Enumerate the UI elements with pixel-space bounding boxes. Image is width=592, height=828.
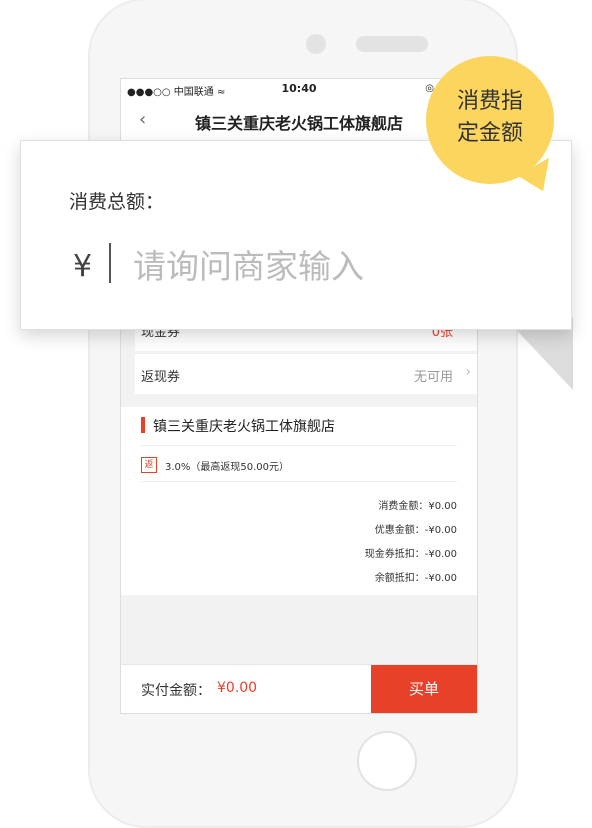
- summary-cash-coupon: 现金券抵扣：-¥0.00: [364, 549, 457, 560]
- chevron-right-icon: ›: [465, 364, 471, 380]
- rebate-coupon-row[interactable]: 返现券 无可用 ›: [135, 353, 477, 394]
- rebate-coupon-label: 返现券: [141, 370, 181, 385]
- callout-line-2: 定金额: [456, 121, 523, 146]
- divider: [141, 481, 457, 482]
- shop-accent-bar: [141, 417, 145, 433]
- divider: [141, 445, 457, 446]
- pay-button[interactable]: 买单: [371, 665, 477, 713]
- summary-balance: 余额抵扣：-¥0.00: [374, 573, 457, 584]
- currency-symbol: ¥: [73, 249, 93, 284]
- summary-consume: 消费金额：¥0.00: [378, 501, 457, 512]
- status-bar: ●●●○○ 中国联通 ≈ 10:40 ◎ ➚ 18%: [121, 79, 477, 99]
- bottom-bar: 实付金额： ¥0.00 买单: [121, 664, 477, 713]
- front-camera: [306, 34, 326, 54]
- shop-card: 镇三关重庆老火锅工体旗舰店 返 3.0%（最高返现50.00元） 消费金额：¥0…: [121, 407, 477, 595]
- shop-name: 镇三关重庆老火锅工体旗舰店: [153, 419, 335, 435]
- callout-text: 消费指 定金额: [426, 86, 554, 150]
- input-caret: [109, 243, 111, 283]
- page-title: 镇三关重庆老火锅工体旗舰店: [194, 114, 403, 133]
- status-time: 10:40: [281, 82, 317, 95]
- callout-line-1: 消费指: [456, 89, 523, 114]
- callout-bubble: 消费指 定金额: [426, 56, 554, 184]
- home-button[interactable]: [357, 731, 417, 791]
- amount-summary: 消费金额：¥0.00 优惠金额：-¥0.00 现金券抵扣：-¥0.00 余额抵扣…: [365, 495, 457, 591]
- rebate-coupon-value: 无可用: [413, 370, 453, 385]
- rebate-text: 3.0%（最高返现50.00元）: [165, 462, 290, 473]
- summary-discount: 优惠金额：-¥0.00: [374, 525, 457, 536]
- pay-label: 实付金额：: [141, 683, 211, 699]
- speaker-grille: [356, 36, 428, 52]
- rebate-badge: 返: [141, 457, 157, 473]
- pay-amount: ¥0.00: [217, 680, 258, 696]
- nav-bar: ‹ 镇三关重庆老火锅工体旗舰店: [121, 99, 477, 144]
- amount-input[interactable]: [131, 241, 515, 291]
- total-amount-label: 消费总额：: [69, 191, 165, 213]
